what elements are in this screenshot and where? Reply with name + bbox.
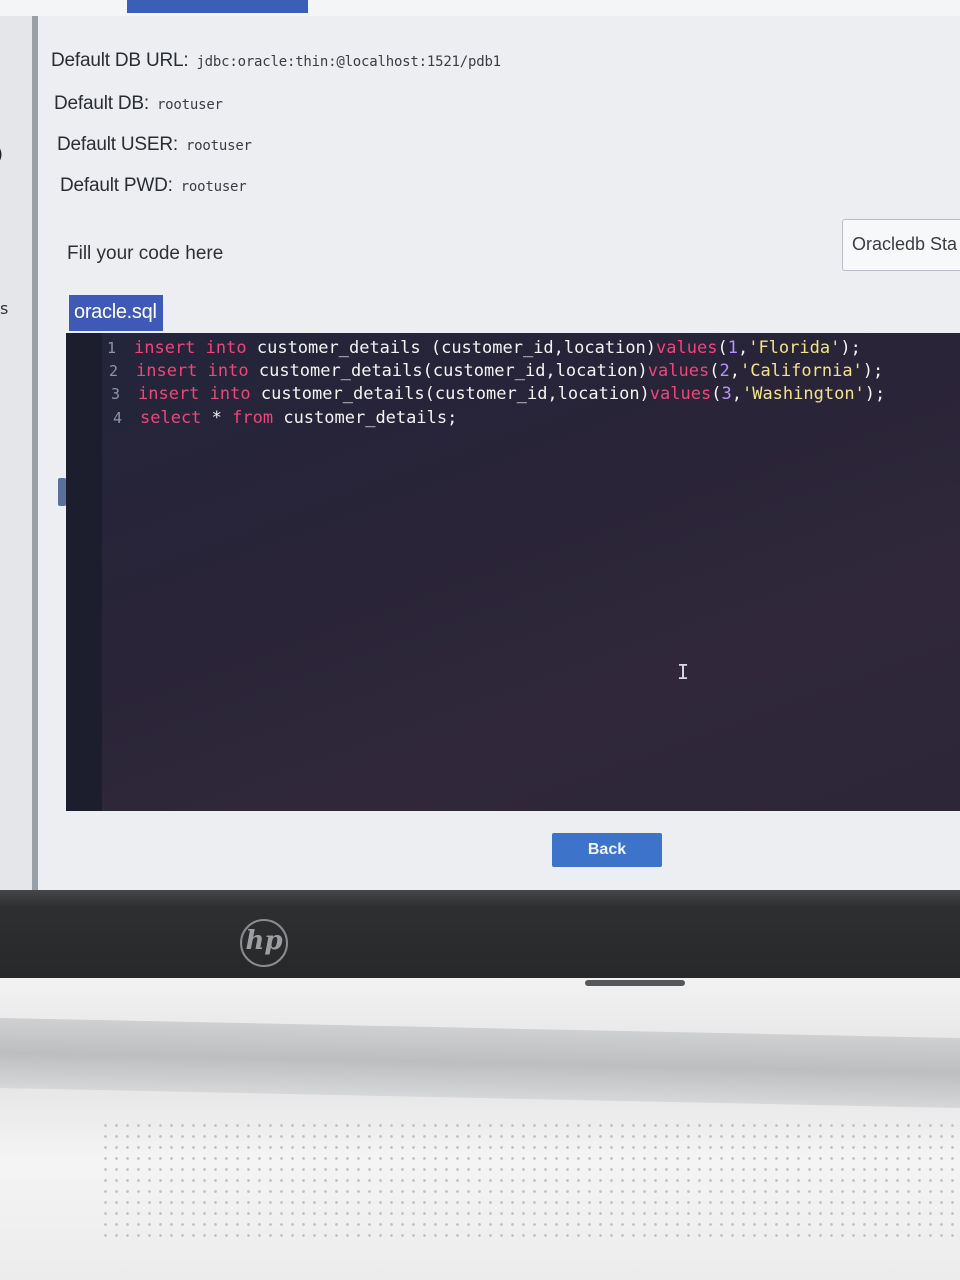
code-text: customer_details (customer_id,location) bbox=[246, 338, 657, 358]
code-text: ); bbox=[862, 361, 884, 381]
browser-screen: ) s Default DB URL: jdbc:oracle:thin:@loc… bbox=[0, 0, 960, 890]
code-line-1: 1 insert into customer_details (customer_… bbox=[88, 338, 861, 361]
code-text: customer_details; bbox=[273, 408, 458, 428]
db-url-row: Default DB URL: jdbc:oracle:thin:@localho… bbox=[51, 50, 501, 72]
db-pwd-value: rootuser bbox=[180, 179, 247, 195]
editor-scroll-thumb[interactable] bbox=[58, 478, 66, 506]
keyword: values bbox=[656, 338, 718, 358]
fill-code-label: Fill your code here bbox=[67, 243, 224, 264]
db-name-value: rootuser bbox=[156, 97, 223, 113]
left-sidebar: ) s bbox=[0, 16, 33, 890]
code-line-3: 3 insert into customer_details(customer_i… bbox=[92, 384, 885, 407]
number-literal: 3 bbox=[721, 384, 732, 404]
text-cursor-icon: I bbox=[677, 660, 690, 684]
stack-select[interactable]: Oracledb Sta bbox=[842, 219, 960, 271]
speaker-grille bbox=[100, 1120, 960, 1240]
laptop-bezel bbox=[0, 890, 960, 978]
db-name-row: Default DB: rootuser bbox=[54, 93, 223, 115]
keyword: insert bbox=[136, 361, 198, 381]
hinge-notch bbox=[585, 980, 685, 986]
code-text: , bbox=[737, 338, 749, 358]
db-user-value: rootuser bbox=[185, 138, 252, 154]
line-number: 4 bbox=[112, 409, 122, 427]
code-line-4: 4 select * from customer_details; bbox=[94, 408, 457, 431]
code-text: , bbox=[731, 384, 742, 404]
keyword: insert bbox=[134, 338, 196, 358]
line-number: 2 bbox=[108, 362, 118, 380]
string-literal: 'California' bbox=[739, 361, 863, 381]
keyword: values bbox=[647, 361, 710, 381]
db-url-label: Default DB URL: bbox=[51, 50, 189, 71]
top-active-tab[interactable] bbox=[127, 0, 308, 13]
db-pwd-label: Default PWD: bbox=[60, 175, 173, 196]
number-literal: 1 bbox=[727, 338, 738, 358]
sidebar-partial-text: s bbox=[0, 299, 9, 318]
back-button[interactable]: Back bbox=[552, 833, 662, 867]
keyword: from bbox=[232, 408, 274, 428]
code-text: ); bbox=[864, 384, 886, 404]
code-editor[interactable]: 1 insert into customer_details (customer_… bbox=[66, 333, 960, 811]
code-text: ( bbox=[717, 338, 728, 358]
keyword: into bbox=[205, 338, 247, 358]
file-tab-oracle-sql[interactable]: oracle.sql bbox=[69, 295, 163, 331]
keyword: values bbox=[649, 384, 712, 404]
top-strip bbox=[0, 0, 960, 17]
sidebar-marker: ) bbox=[0, 144, 3, 165]
code-text: ); bbox=[840, 338, 861, 358]
code-text: , bbox=[729, 361, 740, 381]
keyword: insert bbox=[138, 384, 200, 404]
code-text: ( bbox=[709, 361, 720, 381]
db-user-label: Default USER: bbox=[57, 134, 178, 155]
code-text: ( bbox=[711, 384, 722, 404]
hp-logo: hp bbox=[240, 919, 288, 967]
db-pwd-row: Default PWD: rootuser bbox=[60, 175, 247, 197]
db-url-value: jdbc:oracle:thin:@localhost:1521/pdb1 bbox=[196, 54, 501, 70]
code-text: customer_details(customer_id,location) bbox=[248, 361, 648, 381]
line-number: 3 bbox=[110, 385, 120, 403]
keyword: into bbox=[207, 361, 249, 381]
string-literal: 'Washington' bbox=[741, 384, 865, 404]
db-user-row: Default USER: rootuser bbox=[57, 134, 252, 156]
code-line-2: 2 insert into customer_details(customer_i… bbox=[90, 361, 883, 384]
keyword: select bbox=[140, 408, 202, 428]
db-name-label: Default DB: bbox=[54, 93, 149, 114]
line-number: 1 bbox=[106, 339, 116, 357]
number-literal: 2 bbox=[719, 361, 730, 381]
keyword: into bbox=[209, 384, 251, 404]
code-text: * bbox=[201, 408, 233, 428]
string-literal: 'Florida' bbox=[748, 338, 841, 358]
code-text: customer_details(customer_id,location) bbox=[250, 384, 650, 404]
